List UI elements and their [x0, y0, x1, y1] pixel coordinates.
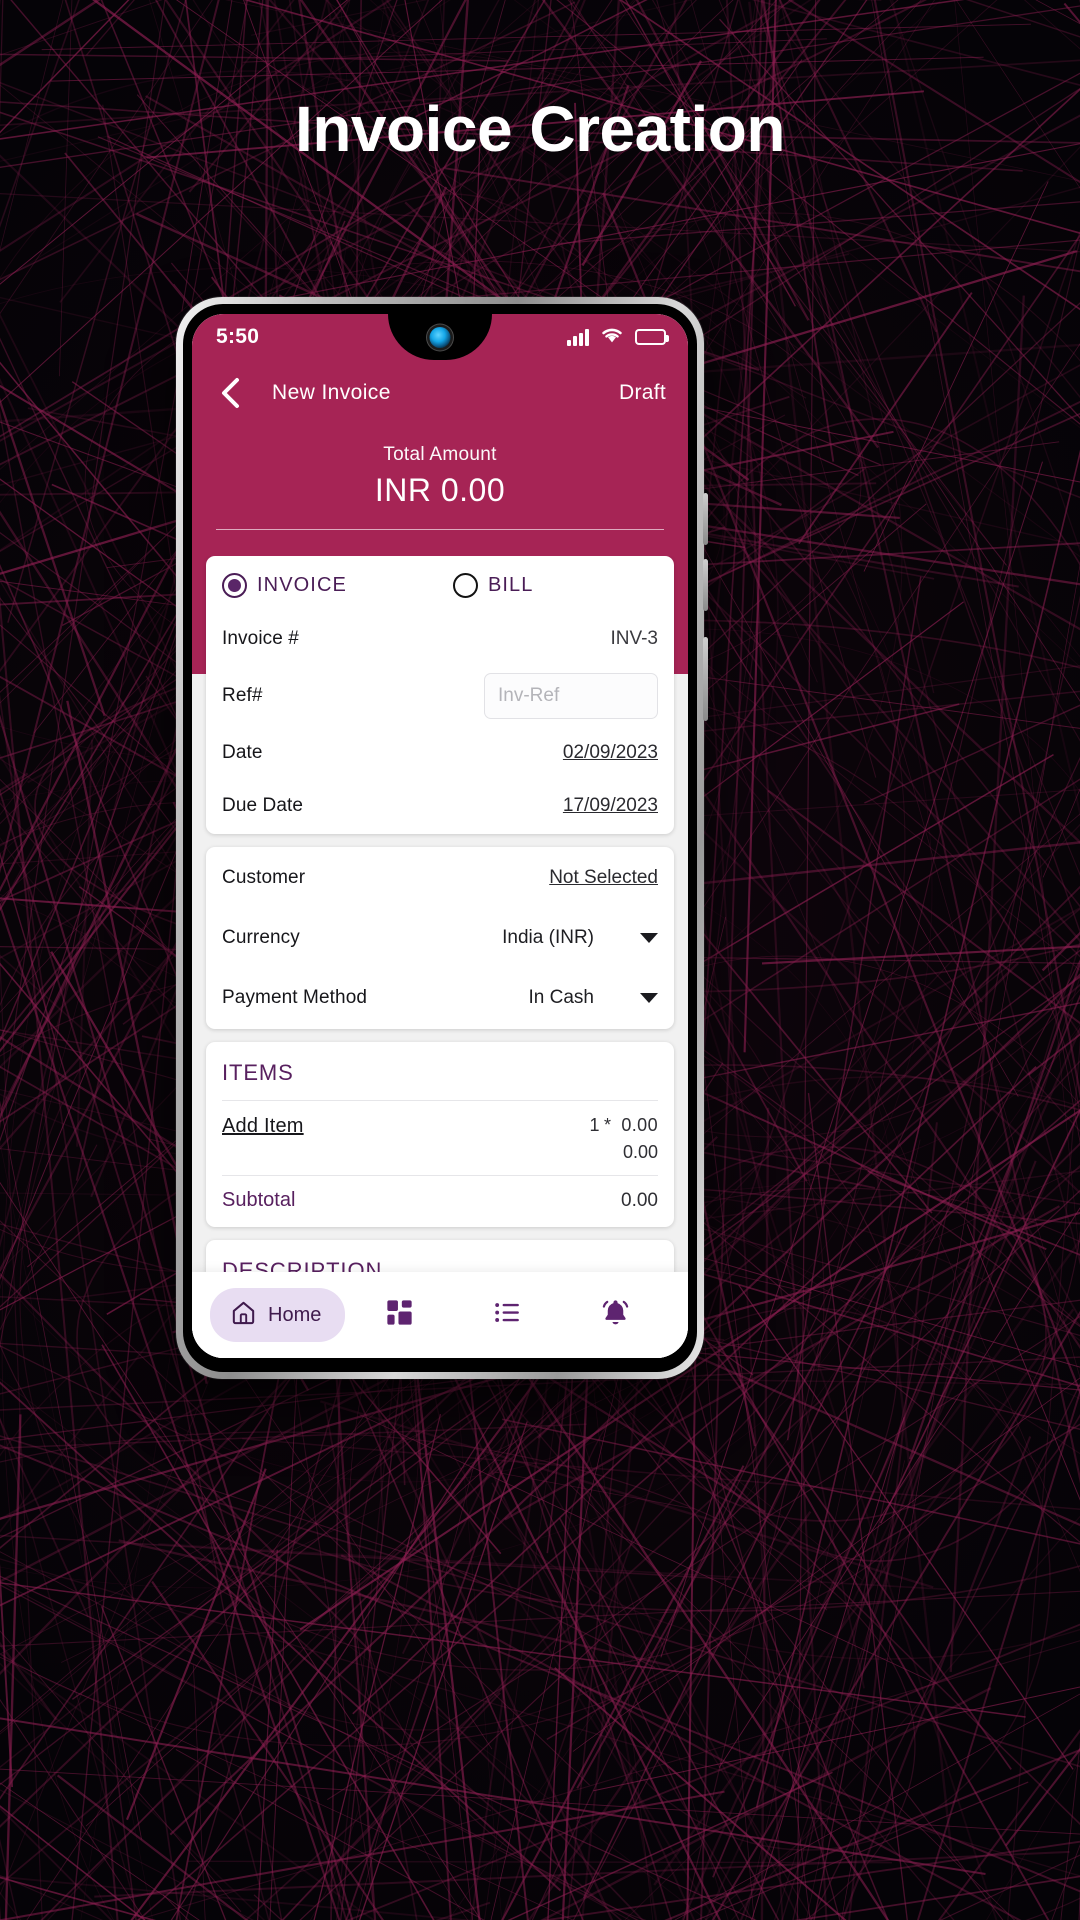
total-amount-label: Total Amount [383, 444, 497, 465]
total-amount-value: INR 0.00 [374, 472, 506, 508]
radio-option-bill[interactable]: BILL [452, 572, 534, 598]
subtotal-row: Subtotal 0.00 [222, 1176, 658, 1227]
subtotal-value: 0.00 [621, 1189, 658, 1211]
status-time: 5:50 [216, 325, 260, 348]
app-bar: New Invoice Draft [192, 360, 688, 426]
bell-icon [600, 1297, 631, 1333]
item-amounts: 1 * 0.00 0.00 [590, 1115, 658, 1163]
payment-method-value: In Cash [528, 987, 594, 1008]
item-amount: 0.00 [622, 1142, 658, 1162]
radio-selected-icon [222, 572, 247, 598]
field-label: Date [222, 742, 263, 763]
invoice-info-card: INVOICE BILL Invoice # INV-3 Ref# Inv-Re… [206, 556, 674, 834]
due-date-value[interactable]: 17/09/2023 [563, 795, 658, 817]
form-scroll-area[interactable]: INVOICE BILL Invoice # INV-3 Ref# Inv-Re… [192, 556, 688, 1358]
phone-frame: 5:50 New Invoice Draft Total Amount INR … [183, 304, 697, 1372]
invoice-number-value: INV-3 [610, 628, 658, 649]
signal-bars-icon [567, 329, 589, 346]
item-quantity: 1 [589, 1115, 600, 1135]
add-item-button[interactable]: Add Item [222, 1115, 304, 1138]
field-label: Invoice # [222, 628, 299, 649]
phone-mockup: 5:50 New Invoice Draft Total Amount INR … [176, 297, 708, 1379]
phone-screen: 5:50 New Invoice Draft Total Amount INR … [192, 314, 688, 1358]
field-row-currency: Currency India (INR) [222, 909, 658, 967]
bottom-navigation: Home [192, 1272, 688, 1358]
multiply-symbol: * [603, 1115, 612, 1135]
list-icon [492, 1297, 523, 1333]
chevron-down-icon [640, 933, 658, 943]
field-label: Due Date [222, 795, 304, 816]
currency-select[interactable]: India (INR) [502, 927, 658, 949]
nav-item-alerts[interactable] [562, 1297, 670, 1333]
items-card: ITEMS Add Item 1 * 0.00 0.00 Subtotal 0.… [206, 1042, 674, 1227]
field-row-payment-method: Payment Method In Cash [222, 967, 658, 1029]
customer-value[interactable]: Not Selected [549, 867, 658, 889]
invoice-details-card: Customer Not Selected Currency India (IN… [206, 847, 674, 1029]
ref-number-input[interactable]: Inv-Ref [484, 673, 658, 719]
wifi-icon [600, 326, 624, 349]
item-rate: 0.00 [621, 1115, 658, 1135]
radio-label-invoice: INVOICE [257, 573, 347, 596]
front-camera-icon [429, 327, 451, 348]
currency-value: India (INR) [502, 927, 594, 948]
field-row-customer: Customer Not Selected [222, 847, 658, 909]
field-label: Ref# [222, 685, 263, 706]
nav-item-dashboard[interactable] [345, 1297, 453, 1333]
nav-item-list[interactable] [454, 1297, 562, 1333]
page-title: Invoice Creation [295, 93, 785, 165]
battery-icon [635, 329, 669, 345]
header-spacer [192, 530, 688, 556]
nav-item-home[interactable]: Home [210, 1288, 346, 1342]
item-row: Add Item 1 * 0.00 0.00 [222, 1101, 658, 1175]
date-value[interactable]: 02/09/2023 [563, 742, 658, 764]
invoice-app: 5:50 New Invoice Draft Total Amount INR … [192, 314, 688, 1358]
total-amount-block: Total Amount INR 0.00 [192, 426, 688, 530]
invoice-status-label[interactable]: Draft [619, 381, 666, 405]
chevron-down-icon [640, 993, 658, 1003]
field-label: Currency [222, 927, 300, 948]
items-section-title: ITEMS [222, 1060, 294, 1085]
radio-unselected-icon [452, 572, 478, 598]
field-row-date: Date 02/09/2023 [222, 728, 658, 778]
status-icons [567, 326, 669, 349]
subtotal-label: Subtotal [222, 1189, 296, 1211]
item-quantity-line: 1 * 0.00 [590, 1115, 658, 1135]
field-row-ref: Ref# Inv-Ref [222, 664, 658, 728]
app-bar-title: New Invoice [272, 381, 391, 404]
radio-option-invoice[interactable]: INVOICE [222, 572, 347, 598]
phone-volume-down-button [703, 559, 708, 611]
document-type-selector: INVOICE BILL [222, 556, 658, 614]
field-row-due-date: Due Date 17/09/2023 [222, 778, 658, 834]
nav-home-label: Home [268, 1303, 322, 1326]
field-label: Payment Method [222, 987, 368, 1008]
grid-icon [384, 1297, 415, 1333]
nav-home-pill: Home [210, 1288, 346, 1342]
field-row-invoice-number: Invoice # INV-3 [222, 614, 658, 664]
home-icon [230, 1299, 257, 1331]
field-label: Customer [222, 867, 306, 888]
back-button[interactable] [210, 373, 250, 413]
payment-method-select[interactable]: In Cash [529, 987, 658, 1009]
phone-volume-up-button [703, 493, 708, 545]
radio-label-bill: BILL [487, 573, 534, 596]
phone-power-button [703, 637, 708, 721]
